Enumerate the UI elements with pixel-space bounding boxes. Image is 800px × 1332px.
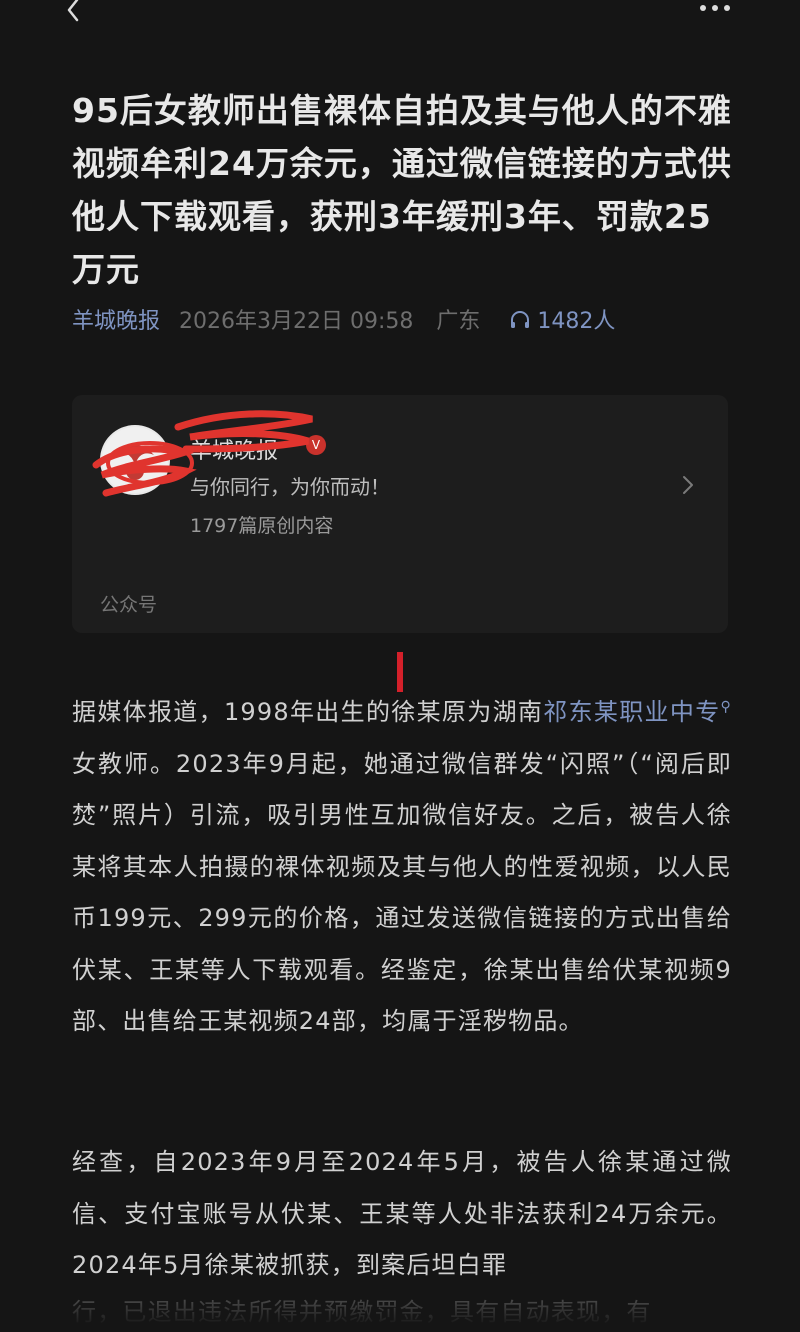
source-link[interactable]: 羊城晚报: [72, 309, 160, 334]
more-options-button[interactable]: [690, 0, 740, 22]
chevron-right-icon: [683, 476, 693, 494]
account-card[interactable]: 羊城晚报 V 与你同行，为你而动！ 1797篇原创内容 公众号: [72, 395, 728, 633]
account-slogan: 与你同行，为你而动！: [190, 475, 390, 499]
article-title: 95后女教师出售裸体自拍及其与他人的不雅视频牟利24万余元，通过微信链接的方式供…: [72, 91, 732, 289]
account-name: 羊城晚报: [190, 439, 279, 464]
verified-badge: V: [306, 435, 326, 455]
article-paragraph-2-cut: 行，已退出违法所得并预缴罚金，具有自动表现，有: [72, 1298, 652, 1326]
account-avatar: [100, 425, 170, 495]
back-button[interactable]: [58, 0, 88, 26]
original-content-count: 1797篇原创内容: [190, 515, 334, 537]
top-navigation-bar: [0, 0, 800, 40]
article-paragraph-1: 据媒体报道，1998年出生的徐某原为湖南祁东某职业中专⚲ 女教师。2023年9月起…: [72, 682, 732, 1048]
paragraph-1-text-b: 女教师。2023年9月起，她通过微信群发“闪照”（“阅后即焚”照片）引流，吸引男…: [72, 749, 732, 1036]
publish-location: 广东: [436, 309, 481, 334]
listen-button[interactable]: 1482人: [509, 309, 615, 334]
article-meta: 羊城晚报 2026年3月22日 09:58 广东 1482人: [72, 306, 752, 338]
account-type-label: 公众号: [100, 594, 158, 616]
publish-date: 2026年3月22日 09:58: [179, 309, 414, 334]
school-link[interactable]: 祁东某职业中专⚲: [543, 698, 732, 726]
headphones-icon: [511, 311, 530, 328]
chevron-left-icon: [67, 0, 79, 22]
school-link-text: 祁东某职业中专: [543, 698, 721, 726]
account-logo: [102, 427, 168, 493]
paragraph-1-text-a: 据媒体报道，1998年出生的徐某原为湖南: [72, 698, 544, 726]
more-dots-icon: [700, 5, 730, 11]
listener-count: 1482人: [537, 309, 616, 334]
search-icon: ⚲: [720, 699, 733, 715]
article-paragraph-2: 经查，自2023年9月至2024年5月，被告人徐某通过微信、支付宝账号从伏某、王…: [72, 1148, 732, 1279]
